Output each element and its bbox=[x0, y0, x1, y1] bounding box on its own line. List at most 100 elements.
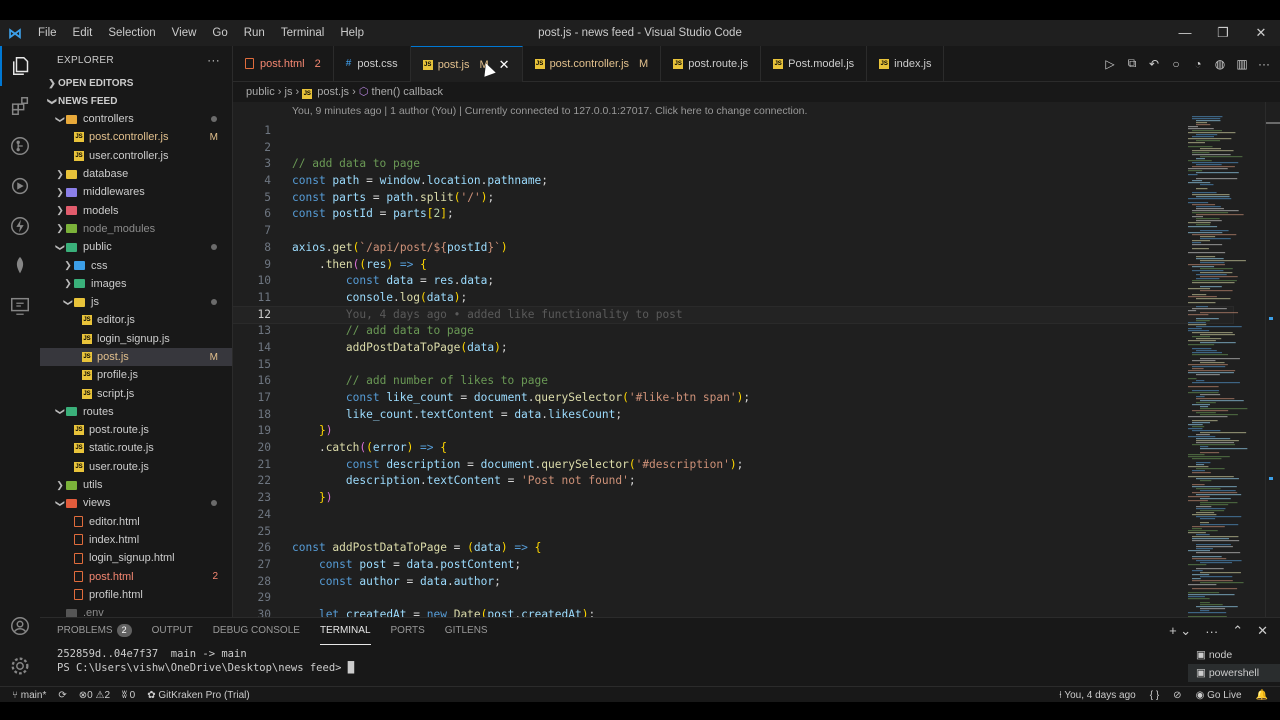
panel-more-icon[interactable]: ··· bbox=[1205, 624, 1218, 639]
menu-terminal[interactable]: Terminal bbox=[273, 27, 332, 39]
breadcrumb-item[interactable]: public bbox=[246, 86, 275, 98]
gitkraken-status[interactable]: ✿ GitKraken Pro (Trial) bbox=[147, 690, 250, 701]
split-editor-icon[interactable]: ▥ bbox=[1234, 57, 1250, 71]
tree-item-label: public bbox=[83, 241, 112, 254]
folder-item[interactable]: ❯ routes bbox=[40, 403, 232, 421]
file-item[interactable]: JS script.js bbox=[40, 384, 232, 402]
folder-icon bbox=[66, 224, 77, 234]
liveshare-icon[interactable]: ⊘ bbox=[1173, 690, 1181, 701]
file-item[interactable]: index.html bbox=[40, 531, 232, 549]
terminal-output[interactable]: 252859d..04e7f37 main -> main PS C:\Users… bbox=[57, 648, 354, 675]
menu-run[interactable]: Run bbox=[236, 27, 273, 39]
line-number: 16 bbox=[257, 374, 271, 388]
close-panel-icon[interactable]: ✕ bbox=[1257, 623, 1268, 639]
tab-post-model-js[interactable]: JS Post.model.js bbox=[761, 46, 868, 81]
tab-post-route-js[interactable]: JS post.route.js bbox=[661, 46, 762, 81]
folder-item[interactable]: ❯ images bbox=[40, 275, 232, 293]
menu-help[interactable]: Help bbox=[332, 27, 372, 39]
folder-item[interactable]: ❯ database bbox=[40, 165, 232, 183]
panel-tab-ports[interactable]: PORTS bbox=[391, 618, 425, 644]
timeline-icon[interactable]: ◔ bbox=[1190, 57, 1206, 71]
open-editors-section[interactable]: ❯ OPEN EDITORS bbox=[40, 74, 232, 92]
project-section[interactable]: ❯ NEWS FEED bbox=[40, 92, 232, 110]
file-item[interactable]: login_signup.html bbox=[40, 549, 232, 567]
golive-button[interactable]: ◉ Go Live bbox=[1196, 690, 1242, 701]
terminal-node[interactable]: ▣ node bbox=[1188, 646, 1280, 664]
panel-tab-problems[interactable]: PROBLEMS 2 bbox=[57, 618, 132, 644]
notifications-icon[interactable]: 🔔 bbox=[1256, 690, 1268, 701]
account-icon[interactable] bbox=[0, 606, 40, 646]
folder-item[interactable]: ❯ views bbox=[40, 494, 232, 512]
menu-edit[interactable]: Edit bbox=[65, 27, 101, 39]
file-item[interactable]: profile.html bbox=[40, 586, 232, 604]
menu-file[interactable]: File bbox=[30, 27, 65, 39]
terminal-powershell[interactable]: ▣ powershell bbox=[1188, 664, 1280, 682]
explorer-icon[interactable] bbox=[0, 46, 42, 86]
folder-item[interactable]: ❯ css bbox=[40, 256, 232, 274]
more-actions-icon[interactable]: ··· bbox=[1256, 57, 1272, 71]
folder-item[interactable]: ❯ node_modules bbox=[40, 220, 232, 238]
compare-icon[interactable]: ⧉ bbox=[1124, 56, 1140, 71]
blame-status[interactable]: ⍿ You, 4 days ago bbox=[1059, 690, 1136, 701]
branch-indicator[interactable]: ⑂ main* bbox=[12, 690, 46, 701]
extensions-icon[interactable] bbox=[0, 86, 40, 126]
lightning-icon[interactable] bbox=[0, 206, 40, 246]
file-item[interactable]: JS post.js M bbox=[40, 347, 232, 367]
tree-item-label: profile.html bbox=[89, 588, 143, 601]
panel-tab-output[interactable]: OUTPUT bbox=[152, 618, 193, 644]
settings-gear-icon[interactable] bbox=[0, 646, 40, 686]
ports-indicator[interactable]: ʬ 0 bbox=[122, 690, 135, 701]
folder-item[interactable]: ❯ controllers bbox=[40, 110, 232, 128]
tab-post-js[interactable]: JS post.js M ✕ bbox=[410, 46, 523, 82]
new-terminal-icon[interactable]: + ⌄ bbox=[1169, 623, 1191, 639]
folder-item[interactable]: ❯ middlewares bbox=[40, 183, 232, 201]
folder-item[interactable]: ❯ js bbox=[40, 293, 232, 311]
remote-explorer-icon[interactable] bbox=[0, 286, 40, 326]
source-control-icon[interactable] bbox=[0, 126, 40, 166]
folder-item[interactable]: ❯ public bbox=[40, 238, 232, 256]
file-item[interactable]: JS post.route.js bbox=[40, 421, 232, 439]
panel-tab-terminal[interactable]: TERMINAL bbox=[319, 618, 371, 645]
menu-go[interactable]: Go bbox=[204, 27, 235, 39]
minimap[interactable] bbox=[1184, 102, 1264, 617]
tab-index-js[interactable]: JS index.js bbox=[867, 46, 945, 81]
folder-item[interactable]: ❯ models bbox=[40, 201, 232, 219]
file-item[interactable]: JS user.route.js bbox=[40, 458, 232, 476]
editor-scrollbar[interactable] bbox=[1265, 102, 1280, 617]
menu-view[interactable]: View bbox=[164, 27, 205, 39]
file-item[interactable]: JS profile.js bbox=[40, 366, 232, 384]
tab-post-controller-js[interactable]: JS post.controller.js M bbox=[523, 46, 662, 81]
mongodb-leaf-icon[interactable] bbox=[0, 246, 40, 286]
tab-post-css[interactable]: # post.css bbox=[334, 46, 411, 81]
code-editor[interactable]: You, 9 minutes ago | 1 author (You) | Cu… bbox=[233, 102, 1280, 617]
minimize-button[interactable]: — bbox=[1166, 20, 1204, 46]
maximize-panel-icon[interactable]: ⌃ bbox=[1232, 623, 1243, 639]
problems-indicator[interactable]: ⊗0 ⚠2 bbox=[79, 690, 110, 701]
explorer-more-icon[interactable]: ··· bbox=[207, 53, 220, 67]
close-tab-icon[interactable]: ✕ bbox=[499, 57, 510, 73]
tab-post-html[interactable]: post.html 2 bbox=[233, 46, 334, 81]
sync-icon[interactable]: ⟳ bbox=[58, 690, 66, 701]
file-item[interactable]: post.html 2 bbox=[40, 567, 232, 585]
panel-tab-gitlens[interactable]: GITLENS bbox=[445, 618, 488, 644]
panel-tab-debug-console[interactable]: DEBUG CONSOLE bbox=[213, 618, 300, 644]
codelens-blame[interactable]: You, 9 minutes ago | 1 author (You) | Cu… bbox=[292, 102, 807, 120]
file-item[interactable]: JS post.controller.js M bbox=[40, 128, 232, 146]
breadcrumb-item[interactable]: post.js bbox=[317, 86, 349, 98]
run-debug-icon[interactable] bbox=[0, 166, 40, 206]
folder-item[interactable]: ❯ utils bbox=[40, 476, 232, 494]
file-item[interactable]: JS user.controller.js bbox=[40, 147, 232, 165]
breadcrumb-item[interactable]: then() callback bbox=[372, 86, 444, 98]
revert-icon[interactable]: ↶ bbox=[1146, 57, 1162, 71]
restore-button[interactable]: ❐ bbox=[1204, 20, 1242, 46]
circle-icon[interactable]: ○ bbox=[1168, 57, 1184, 71]
run-icon[interactable]: ▷ bbox=[1102, 57, 1118, 71]
menu-selection[interactable]: Selection bbox=[100, 27, 163, 39]
file-item[interactable]: JS static.route.js bbox=[40, 439, 232, 457]
file-item[interactable]: editor.html bbox=[40, 513, 232, 531]
close-window-button[interactable]: ✕ bbox=[1242, 20, 1280, 46]
file-item[interactable]: JS editor.js bbox=[40, 311, 232, 329]
file-item[interactable]: JS login_signup.js bbox=[40, 330, 232, 348]
braces-icon[interactable]: { } bbox=[1150, 690, 1159, 701]
gitlens-icon[interactable]: ◍ bbox=[1212, 57, 1228, 71]
